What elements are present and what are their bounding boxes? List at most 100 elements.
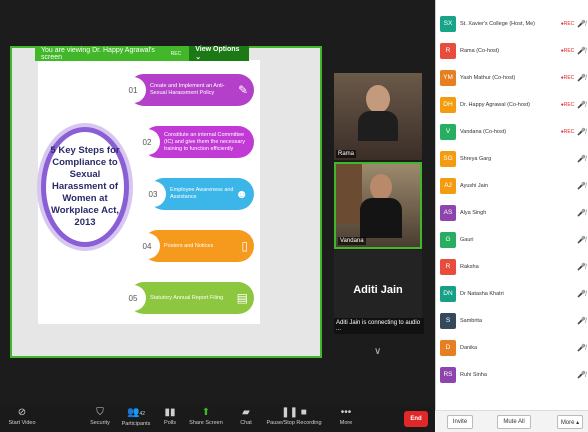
participant-name: Gauri — [460, 236, 474, 243]
step-number: 05 — [120, 285, 146, 311]
step-5: 05 Statutory Annual Report Filing ▤ — [120, 282, 254, 314]
participant-row[interactable]: AJ Ayushi Jain 🎤̸ — [436, 172, 588, 199]
participant-row[interactable]: AS Alya Singh 🎤̸ — [436, 199, 588, 226]
polls-button[interactable]: ▮▮ Polls — [150, 406, 190, 426]
record-button[interactable]: ❚❚ ■ Pause/Stop Recording — [266, 406, 322, 426]
avatar: G — [440, 231, 456, 248]
step-text: Constitute an internal Committee (IC) an… — [164, 131, 246, 152]
participant-name: Dr. Happy Agrawal (Co-host) — [460, 101, 530, 108]
participant-row[interactable]: V Vandana (Co-host) ●REC 🎤̸ — [436, 118, 588, 145]
mic-muted-icon[interactable]: 🎤̸ — [577, 101, 586, 109]
participant-face — [370, 174, 392, 200]
slide-title: 5 Key Steps for Compliance to Sexual Har… — [46, 132, 124, 242]
step-3: 03 Employee Awareness and Assistance ☻ — [140, 178, 254, 210]
viewing-label: You are viewing Dr. Happy Agrawal's scre… — [41, 46, 155, 61]
participant-row[interactable]: G Gauri 🎤̸ — [436, 226, 588, 253]
participants-count: 42 — [139, 411, 145, 417]
participant-name: Rama (Co-host) — [460, 47, 500, 54]
mic-muted-icon[interactable]: 🎤̸ — [577, 344, 586, 352]
avatar: SX — [440, 15, 456, 32]
participant-name: Sambrita — [460, 317, 483, 324]
mic-muted-icon[interactable]: 🎤̸ — [577, 74, 586, 82]
mic-muted-icon[interactable]: 🎤̸ — [577, 263, 586, 271]
meeting-main-area: 5 Key Steps for Compliance to Sexual Har… — [0, 0, 435, 432]
avatar: SG — [440, 150, 456, 167]
step-text: Employee Awareness and Assistance — [170, 187, 234, 200]
more-icon: ••• — [340, 407, 352, 418]
security-label: Security — [90, 420, 110, 426]
participant-name: Shreya Garg — [460, 155, 492, 162]
mic-muted-icon[interactable]: 🎤̸ — [577, 128, 586, 136]
end-button[interactable]: End — [404, 411, 428, 427]
mic-muted-icon[interactable]: 🎤̸ — [577, 182, 586, 190]
invite-button[interactable]: Invite — [447, 415, 473, 429]
mic-muted-icon[interactable]: 🎤̸ — [577, 236, 586, 244]
slide: 5 Key Steps for Compliance to Sexual Har… — [38, 60, 260, 324]
step-2: 02 Constitute an internal Committee (IC)… — [134, 126, 254, 158]
avatar: AS — [440, 204, 456, 221]
start-video-button[interactable]: ⊘ Start Video — [2, 406, 42, 426]
mute-all-button[interactable]: Mute All — [497, 415, 531, 429]
chevron-down-icon[interactable]: ∨ — [374, 346, 381, 357]
participant-row[interactable]: DN Dr Natasha Khatri 🎤̸ — [436, 280, 588, 307]
mic-muted-icon[interactable]: 🎤̸ — [577, 290, 586, 298]
participant-name: Raksha — [460, 263, 479, 270]
participant-row[interactable]: YM Yash Mathur (Co-host) ●REC 🎤̸ — [436, 64, 588, 91]
avatar: DH — [440, 96, 456, 113]
video-strip: Rama Vandana — [334, 73, 422, 249]
mic-muted-icon[interactable]: 🎤̸ — [577, 20, 586, 28]
share-screen-icon: ⬆ — [201, 407, 211, 418]
more-label: More — [339, 420, 353, 426]
step-text: Create and Implement an Anti-Sexual Hara… — [150, 83, 225, 96]
video-tile-vandana[interactable]: Vandana — [334, 162, 422, 249]
participant-name: Vandana (Co-host) — [460, 128, 507, 135]
chat-label: Chat — [240, 420, 252, 426]
participant-row[interactable]: DH Dr. Happy Agrawal (Co-host) ●REC 🎤̸ — [436, 91, 588, 118]
avatar: R — [440, 258, 456, 275]
participant-name: Yash Mathur (Co-host) — [460, 74, 516, 81]
participant-row[interactable]: D Danika 🎤̸ — [436, 334, 588, 361]
security-button[interactable]: ⛉ Security — [80, 406, 120, 426]
video-tile-rama[interactable]: Rama — [334, 73, 422, 160]
view-options-button[interactable]: View Options ⌄ — [189, 46, 249, 61]
participant-row[interactable]: SG Shreya Garg 🎤̸ — [436, 145, 588, 172]
avatar: R — [440, 42, 456, 59]
mic-muted-icon[interactable]: 🎤̸ — [577, 209, 586, 217]
polls-label: Polls — [164, 420, 176, 426]
rec-badge: ●REC — [560, 101, 575, 108]
participant-name: Alya Singh — [460, 209, 487, 216]
participant-row[interactable]: R Rama (Co-host) ●REC 🎤̸ — [436, 37, 588, 64]
people-icon: ☻ — [235, 186, 248, 201]
video-name-label: Rama — [336, 150, 357, 158]
participant-row[interactable]: S Sambrita 🎤̸ — [436, 307, 588, 334]
avatar: RS — [440, 366, 456, 383]
meeting-toolbar: ⊘ Start Video ⛉ Security 👥42 Participants ▮… — [0, 404, 435, 432]
bookshelf — [336, 164, 362, 224]
report-icon: ▤ — [236, 290, 248, 305]
participants-panel: SX St. Xavier's College (Host, Me) ●REC 🎤̸ R… — [435, 0, 588, 432]
record-label: Pause/Stop Recording — [266, 420, 322, 426]
start-video-label: Start Video — [8, 420, 36, 426]
share-screen-button[interactable]: ⬆ Share Screen — [186, 406, 226, 426]
participant-row[interactable]: R Raksha 🎤̸ — [436, 253, 588, 280]
shield-icon: ⛉ — [96, 407, 104, 418]
participant-face — [366, 85, 390, 113]
more-button[interactable]: ••• More — [326, 406, 366, 426]
rec-indicator: REC — [170, 50, 182, 57]
participant-row[interactable]: SX St. Xavier's College (Host, Me) ●REC 🎤̸ — [436, 10, 588, 37]
step-number: 04 — [134, 233, 160, 259]
mic-muted-icon[interactable]: 🎤̸ — [577, 371, 586, 379]
shared-screen: 5 Key Steps for Compliance to Sexual Har… — [10, 46, 322, 358]
participant-name: Danika — [460, 344, 478, 351]
more-options-button[interactable]: More ▴ — [557, 415, 583, 429]
step-text: Statutory Annual Report Filing — [150, 294, 224, 301]
document-icon: ✎ — [237, 82, 248, 97]
participant-name: Dr Natasha Khatri — [460, 290, 504, 297]
rec-badge: ●REC — [560, 47, 575, 54]
chat-button[interactable]: ▰ Chat — [226, 406, 266, 426]
mic-muted-icon[interactable]: 🎤̸ — [577, 317, 586, 325]
step-4: 04 Posters and Notices ▯ — [134, 230, 254, 262]
mic-muted-icon[interactable]: 🎤̸ — [577, 47, 586, 55]
mic-muted-icon[interactable]: 🎤̸ — [577, 155, 586, 163]
participant-row[interactable]: RS Ruhi Sinha 🎤̸ — [436, 361, 588, 388]
